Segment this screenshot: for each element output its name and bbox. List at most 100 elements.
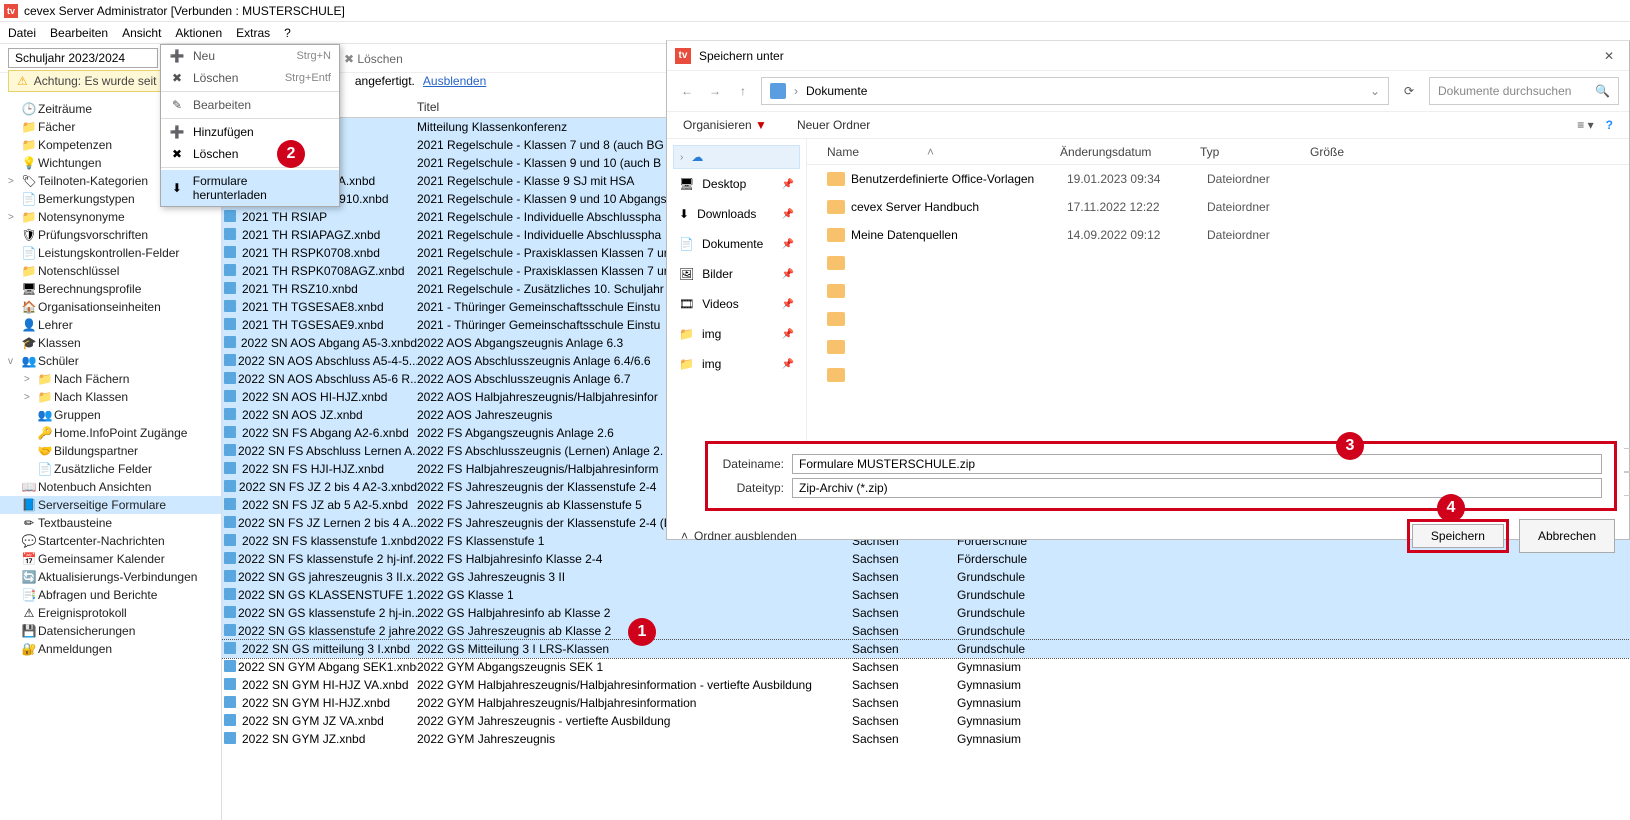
sidebar-item[interactable]: Lehrer: [0, 316, 221, 334]
help-icon[interactable]: ?: [1606, 118, 1613, 132]
sidebar-item[interactable]: Ereignisprotokoll: [0, 604, 221, 622]
sidebar-item[interactable]: Abfragen und Berichte: [0, 586, 221, 604]
sidebar-item[interactable]: >Nach Fächern: [0, 370, 221, 388]
col-name[interactable]: Name: [827, 145, 1067, 159]
table-row[interactable]: 2022 SN GYM JZ.xnbd2022 GYM Jahreszeugni…: [222, 730, 1630, 748]
sidebar-item[interactable]: Aktualisierungs-Verbindungen: [0, 568, 221, 586]
col-date[interactable]: Änderungsdatum: [1060, 145, 1200, 159]
window-titlebar: tv cevex Server Administrator [Verbunden…: [0, 0, 1630, 22]
sidebar-item[interactable]: Organisationseinheiten: [0, 298, 221, 316]
sidebar-item[interactable]: Gruppen: [0, 406, 221, 424]
warning-hide-link[interactable]: Ausblenden: [423, 74, 486, 88]
filetype-select[interactable]: Zip-Archiv (*.zip): [792, 478, 1602, 498]
save-button[interactable]: Speichern: [1412, 524, 1504, 548]
menu-aktionen[interactable]: Aktionen: [175, 26, 222, 40]
filetype-dropdown-arrow[interactable]: ⌄: [1624, 472, 1630, 496]
table-row[interactable]: 2022 SN GS mitteilung 3 I.xnbd2022 GS Mi…: [222, 640, 1630, 658]
sidebar-item[interactable]: Textbausteine: [0, 514, 221, 532]
new-folder-button[interactable]: Neuer Ordner: [797, 118, 870, 132]
table-row[interactable]: 2022 SN GS KLASSENSTUFE 1.x...2022 GS Kl…: [222, 586, 1630, 604]
annotation-4: 4: [1437, 494, 1465, 522]
close-icon[interactable]: ✕: [1589, 49, 1629, 63]
search-placeholder: Dokumente durchsuchen: [1438, 84, 1571, 98]
window-title: cevex Server Administrator [Verbunden : …: [24, 4, 345, 18]
sort-icon: ˄: [927, 145, 934, 159]
quick-access-item[interactable]: 🎞Videos📌: [673, 289, 800, 319]
sidebar-item[interactable]: Bildungspartner: [0, 442, 221, 460]
menu-help[interactable]: ?: [284, 26, 291, 40]
col-size[interactable]: Größe: [1310, 145, 1629, 159]
folder-row[interactable]: cevex Server Handbuch17.11.2022 12:22Dat…: [807, 193, 1629, 221]
sidebar-item[interactable]: Serverseitige Formulare: [0, 496, 221, 514]
view-mode-icon[interactable]: ≡ ▾: [1577, 118, 1593, 132]
table-row[interactable]: 2022 SN GS klassenstufe 2 jahre...2022 G…: [222, 622, 1630, 640]
table-row[interactable]: 2022 SN GS klassenstufe 2 hj-in...2022 G…: [222, 604, 1630, 622]
refresh-icon[interactable]: ⟳: [1397, 84, 1421, 98]
sidebar-item[interactable]: Klassen: [0, 334, 221, 352]
sidebar-item[interactable]: >Nach Klassen: [0, 388, 221, 406]
menu-datei[interactable]: Datei: [8, 26, 36, 40]
search-input[interactable]: Dokumente durchsuchen 🔍: [1429, 77, 1619, 105]
search-icon: 🔍: [1595, 84, 1610, 98]
save-as-dialog: tv Speichern unter ✕ ← → ↑ › Dokumente ⌄…: [666, 40, 1630, 540]
sidebar-item[interactable]: Startcenter-Nachrichten: [0, 532, 221, 550]
quick-access-item[interactable]: 📁img📌: [673, 349, 800, 379]
sidebar-item[interactable]: Leistungskontrollen-Felder: [0, 244, 221, 262]
sidebar-item[interactable]: Notenbuch Ansichten: [0, 478, 221, 496]
menu-ansicht[interactable]: Ansicht: [122, 26, 161, 40]
folder-row[interactable]: [807, 305, 1629, 333]
folder-row[interactable]: [807, 361, 1629, 389]
sidebar-item[interactable]: Gemeinsamer Kalender: [0, 550, 221, 568]
quick-access-item[interactable]: ⬇Downloads📌: [673, 199, 800, 229]
quick-access-item[interactable]: 🖥Desktop📌: [673, 169, 800, 199]
folder-row[interactable]: Benutzerdefinierte Office-Vorlagen19.01.…: [807, 165, 1629, 193]
folder-columns: Name ˄ Änderungsdatum Typ Größe: [807, 139, 1629, 165]
table-row[interactable]: 2022 SN GYM HI-HJZ VA.xnbd2022 GYM Halbj…: [222, 676, 1630, 694]
annotation-2: 2: [277, 140, 305, 168]
sidebar-item[interactable]: Datensicherungen: [0, 622, 221, 640]
forward-icon[interactable]: →: [705, 84, 725, 98]
quick-access-item[interactable]: 🖼Bilder📌: [673, 259, 800, 289]
folder-row[interactable]: [807, 249, 1629, 277]
sidebar-item[interactable]: Prüfungsvorschriften: [0, 226, 221, 244]
folder-row[interactable]: Meine Datenquellen14.09.2022 09:12Dateio…: [807, 221, 1629, 249]
col-type[interactable]: Typ: [1200, 145, 1310, 159]
folder-row[interactable]: [807, 277, 1629, 305]
sidebar-item[interactable]: Zusätzliche Felder: [0, 460, 221, 478]
menu-item: ✖LöschenStrg+Entf: [161, 67, 339, 89]
folder-row[interactable]: [807, 333, 1629, 361]
schoolyear-combo[interactable]: Schuljahr 2023/2024: [8, 48, 158, 68]
menu-item[interactable]: ✖Löschen: [161, 143, 339, 165]
location-icon: [770, 83, 786, 99]
sidebar-item[interactable]: >Notensynonyme: [0, 208, 221, 226]
menu-item[interactable]: ⬇Formulare herunterladen: [161, 170, 339, 206]
delete-button-visible[interactable]: ✖ Löschen: [344, 52, 403, 66]
table-row[interactable]: 2022 SN GS jahreszeugnis 3 II.x...2022 G…: [222, 568, 1630, 586]
hide-folders-toggle[interactable]: ˄ Ordner ausblenden: [681, 529, 797, 543]
sidebar-item[interactable]: vSchüler: [0, 352, 221, 370]
table-row[interactable]: 2022 SN GYM JZ VA.xnbd2022 GYM Jahreszeu…: [222, 712, 1630, 730]
breadcrumb-current[interactable]: Dokumente: [806, 84, 867, 98]
organize-button[interactable]: Organisieren ▼: [683, 118, 767, 132]
up-icon[interactable]: ↑: [733, 84, 753, 98]
quick-access-item[interactable]: 📁img📌: [673, 319, 800, 349]
sidebar-item[interactable]: Home.InfoPoint Zugänge: [0, 424, 221, 442]
menu-item[interactable]: ➕Hinzufügen: [161, 121, 339, 143]
filename-input[interactable]: Formulare MUSTERSCHULE.zip: [792, 454, 1602, 474]
table-row[interactable]: 2022 SN GYM Abgang SEK1.xnbd2022 GYM Abg…: [222, 658, 1630, 676]
chevron-down-icon[interactable]: ⌄: [1370, 84, 1380, 98]
cancel-button[interactable]: Abbrechen: [1519, 519, 1615, 553]
table-row[interactable]: 2022 SN GYM HI-HJZ.xnbd2022 GYM Halbjahr…: [222, 694, 1630, 712]
sidebar-item[interactable]: Anmeldungen: [0, 640, 221, 658]
menu-bearbeiten[interactable]: Bearbeiten: [50, 26, 108, 40]
quick-access-item[interactable]: 📄Dokumente📌: [673, 229, 800, 259]
path-bar[interactable]: › Dokumente ⌄: [761, 77, 1389, 105]
quick-access-item[interactable]: ›☁: [673, 145, 800, 169]
menu-extras[interactable]: Extras: [236, 26, 270, 40]
filename-dropdown-arrow[interactable]: ⌄: [1624, 448, 1630, 472]
sidebar-item[interactable]: Notenschlüssel: [0, 262, 221, 280]
back-icon[interactable]: ←: [677, 84, 697, 98]
save-dialog-icon: tv: [675, 48, 691, 64]
sidebar-item[interactable]: Berechnungsprofile: [0, 280, 221, 298]
annotation-1: 1: [628, 618, 656, 646]
